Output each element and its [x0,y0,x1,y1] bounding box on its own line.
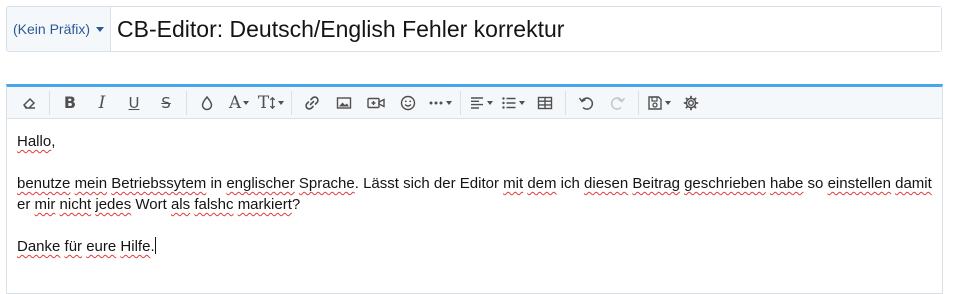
eraser-icon [23,97,36,109]
text: . Lässt sich der Editor [354,175,504,192]
bold-button[interactable]: B [54,90,86,116]
text-color-button[interactable] [191,90,223,116]
chevron-down-icon [665,100,671,105]
punctuation: , [51,133,56,150]
word: jedes [95,196,132,213]
bold-icon: B [63,93,77,112]
word: diesen [584,175,629,192]
thread-title-value: CB-Editor: Deutsch/English Fehler korrek… [117,15,565,42]
insert-image-button[interactable] [328,90,360,116]
text: ? [291,196,301,213]
prefix-label: (Kein Präfix) [13,21,91,37]
font-size-icon: T [257,92,270,113]
paragraph-question: benutze mein Betriebssytem in englischer… [17,173,932,215]
text: Wort [131,196,171,213]
word: als [170,196,191,213]
chevron-down-icon [278,100,285,105]
word: Danke [17,238,61,255]
word: für [64,238,83,255]
word: englischer [226,175,295,192]
rich-text-editor: B I U S A T Hallo, benutze mein Betriebs… [6,84,943,294]
toolbar-separator [565,90,566,115]
insert-link-button[interactable] [296,90,328,116]
text: in [206,175,227,192]
thread-title-input[interactable]: CB-Editor: Deutsch/English Fehler korrek… [111,7,941,51]
italic-button[interactable]: I [86,90,118,116]
table-icon [537,96,553,109]
word: Beitrag [632,175,680,192]
text: er [17,196,35,213]
word: benutze [17,175,71,192]
word: falshc [194,196,234,213]
undo-button[interactable] [570,90,602,116]
word: dem [527,175,557,192]
insert-smilie-button[interactable] [392,90,424,116]
editor-content-area[interactable]: Hallo, benutze mein Betriebssytem in eng… [7,119,942,290]
text-color-icon [201,95,213,110]
redo-button[interactable] [602,90,634,116]
insert-table-button[interactable] [529,90,561,116]
word: mir [34,196,56,213]
undo-icon [578,96,594,110]
toolbar-separator [460,90,461,115]
editor-toolbar: B I U S A T [7,87,942,119]
italic-icon: I [98,92,106,113]
toolbar-separator [186,90,187,115]
word: Sprache [298,175,355,192]
remove-format-button[interactable] [13,90,45,116]
word: geschrieben [684,175,766,192]
underline-icon: U [128,93,140,112]
size-arrows-icon [270,96,276,109]
word: damit [895,175,932,192]
image-icon [336,96,352,109]
link-icon [305,95,319,110]
list-icon [502,96,516,109]
text: so [803,175,828,192]
list-button[interactable] [497,90,529,116]
align-button[interactable] [465,90,497,116]
word: Betriebssytem [111,175,207,192]
word: eure [86,238,117,255]
more-options-icon [429,101,443,104]
word: habe [770,175,804,192]
align-icon [471,96,483,109]
chevron-down-icon [446,100,452,105]
title-row: (Kein Präfix) CB-Editor: Deutsch/English… [6,6,942,52]
more-options-button[interactable] [424,90,456,116]
toolbar-separator [291,90,292,115]
drafts-button[interactable] [643,90,675,116]
font-size-button[interactable]: T [255,90,287,116]
insert-media-button[interactable] [360,90,392,116]
chevron-down-icon [487,100,493,105]
strikethrough-button[interactable]: S [150,90,182,116]
chevron-down-icon [243,100,250,105]
toolbar-separator [638,90,639,115]
chevron-down-icon [96,26,105,32]
paragraph-greeting: Hallo, [17,131,932,152]
font-family-button[interactable]: A [223,90,255,116]
font-family-icon: A [228,92,242,113]
editor-settings-button[interactable] [675,90,707,116]
word: Hallo [17,133,52,150]
smilie-icon [400,95,416,110]
text: ich [556,175,585,192]
word: einstellen [827,175,891,192]
strikethrough-icon: S [161,93,171,112]
underline-button[interactable]: U [118,90,150,116]
word: mein [74,175,108,192]
word: Hilfe [120,238,151,255]
media-icon [367,97,385,108]
word: nicht [59,196,92,213]
paragraph-thanks: Danke für eure Hilfe. [17,236,932,257]
chevron-down-icon [519,100,525,105]
word: mit [503,175,524,192]
settings-icon [683,95,699,110]
word: markiert [237,196,292,213]
drafts-icon [648,95,662,110]
text-cursor [154,237,156,254]
prefix-dropdown[interactable]: (Kein Präfix) [7,7,112,51]
toolbar-separator [49,90,50,115]
redo-icon [610,96,626,110]
